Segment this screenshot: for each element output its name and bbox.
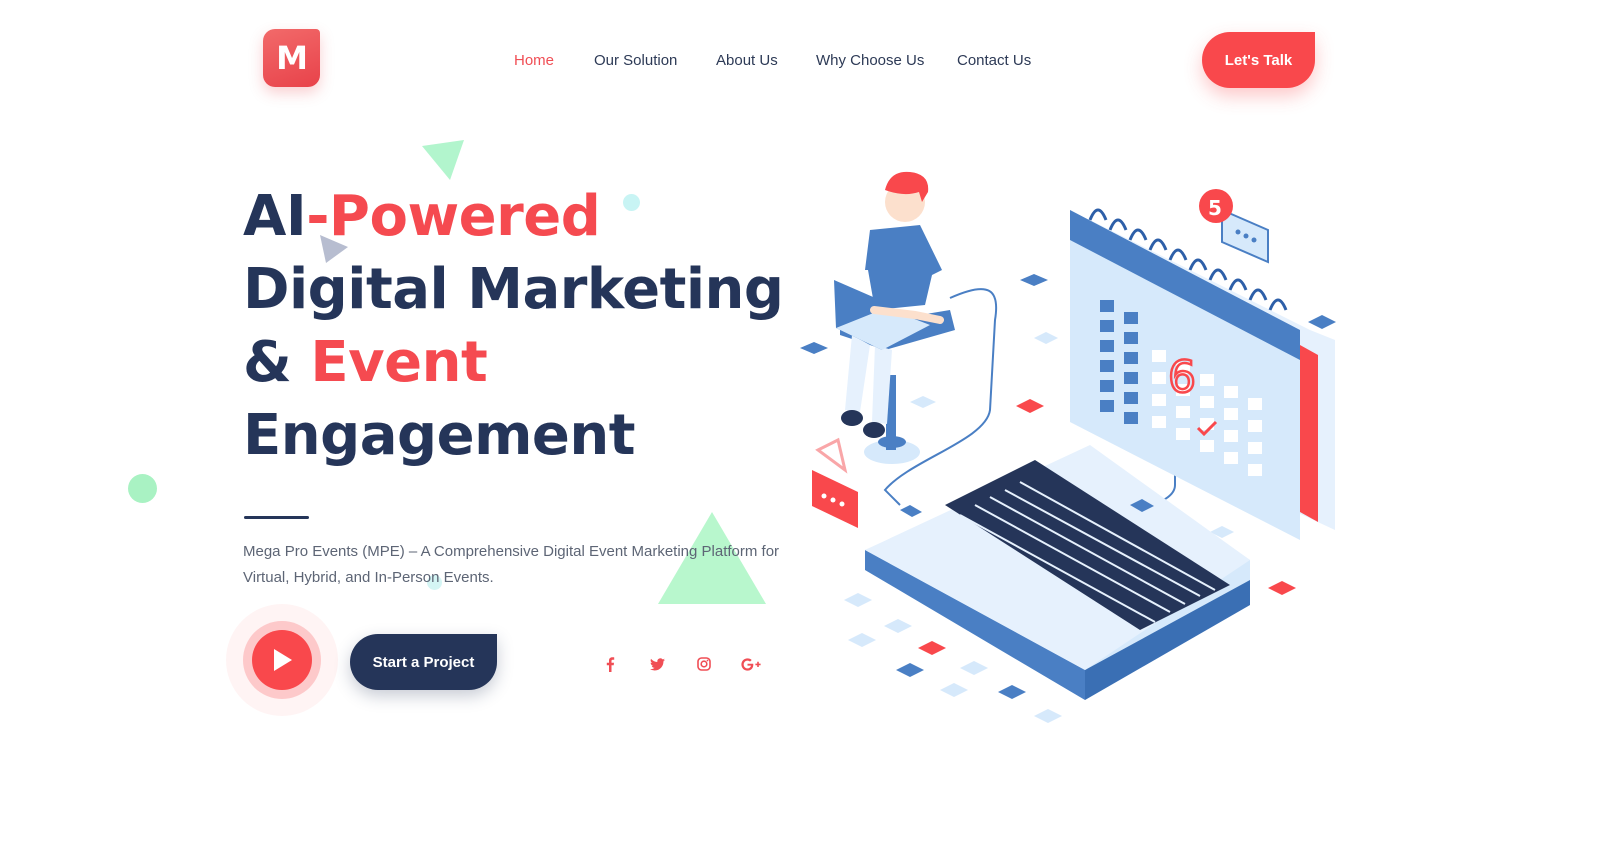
green-triangle-shape — [422, 140, 464, 180]
hero-title: AI-Powered Digital Marketing & Event Eng… — [243, 180, 803, 472]
green-dot-shape — [128, 474, 157, 503]
brand-logo[interactable]: M — [263, 29, 320, 87]
logo-letter: M — [276, 39, 308, 77]
hero-title-ampersand: & — [243, 330, 311, 395]
hero-description: Mega Pro Events (MPE) – A Comprehensive … — [243, 543, 780, 586]
play-video-ring — [243, 621, 321, 699]
calendar-circled-date: 6 — [1168, 352, 1196, 403]
hero-title-ai: AI — [243, 184, 307, 249]
play-icon — [274, 649, 292, 671]
hero-title-event: Event — [310, 330, 488, 395]
nav-link-home[interactable]: Home — [514, 52, 554, 69]
play-video-pulse — [226, 604, 338, 716]
nav-link-contact-us[interactable]: Contact Us — [957, 52, 1031, 69]
play-video-button[interactable] — [252, 630, 312, 690]
instagram-icon[interactable] — [693, 653, 715, 675]
nav-link-why-choose-us[interactable]: Why Choose Us — [816, 52, 924, 69]
facebook-icon[interactable] — [599, 653, 621, 675]
start-project-button[interactable]: Start a Project — [350, 634, 497, 690]
chat-bubble-illustration — [812, 437, 858, 528]
hero-divider — [244, 516, 309, 519]
hero-title-line-4: Engagement — [243, 403, 636, 468]
person-illustration — [834, 171, 955, 464]
notification-badge: 5 — [1199, 189, 1269, 264]
hero-illustration: 6 5 — [800, 171, 1336, 723]
hero-title-line-1: AI-Powered — [243, 180, 803, 253]
hero-title-powered: -Powered — [306, 184, 601, 249]
nav-link-about-us[interactable]: About Us — [716, 52, 778, 69]
hero-title-line-2: Digital Marketing — [243, 257, 784, 322]
hero-title-line-3: & Event — [243, 326, 803, 399]
nav-link-our-solution[interactable]: Our Solution — [594, 52, 677, 69]
google-plus-icon[interactable] — [740, 653, 762, 675]
lets-talk-button[interactable]: Let's Talk — [1202, 32, 1315, 88]
twitter-icon[interactable] — [646, 653, 668, 675]
notification-count: 5 — [1208, 196, 1222, 220]
